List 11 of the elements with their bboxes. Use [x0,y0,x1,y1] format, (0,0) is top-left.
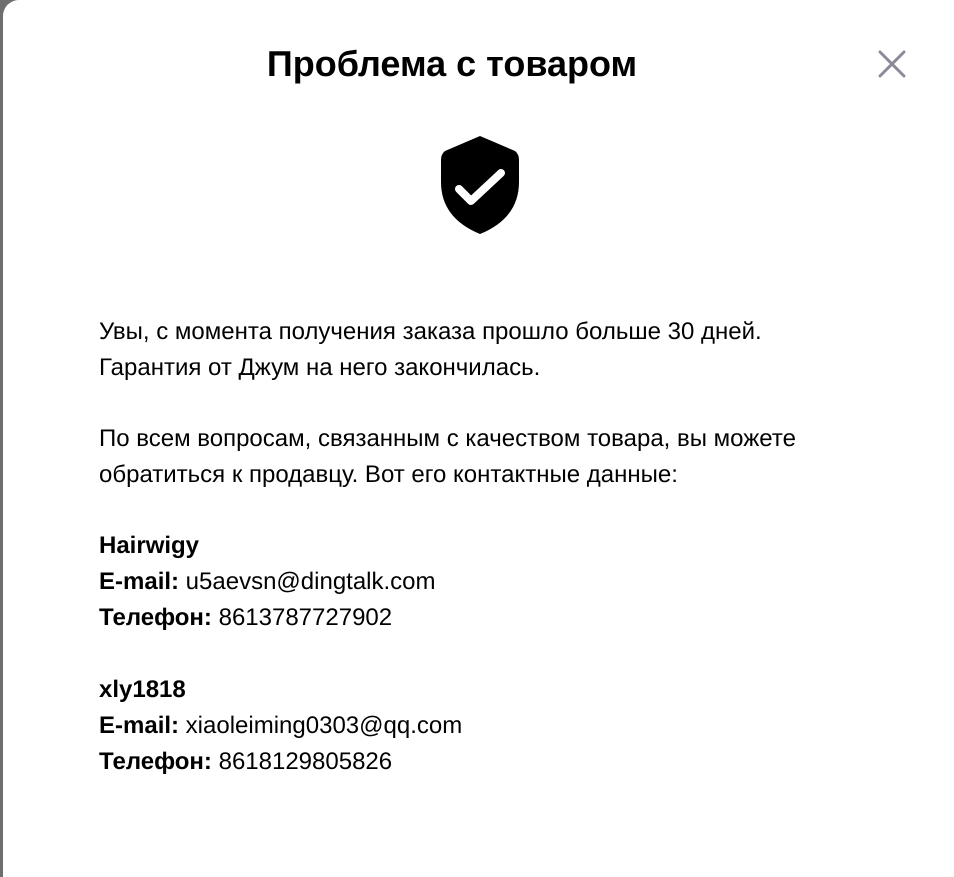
dialog-title: Проблема с товаром [266,42,638,86]
seller-name: xly1818 [99,675,187,705]
contact-line: Телефон: 8618129805826 [99,747,394,777]
contact-line: E-mail: xiaoleiming0303@qq.com [99,711,464,741]
contact-line: Телефон: 8613787727902 [99,603,394,633]
close-icon[interactable] [877,49,907,79]
contact-line: E-mail: u5aevsn@dingtalk.com [99,567,437,597]
message-text: По всем вопросам, связанным с качеством товара, вы можете обратиться к продавцу. Вот его контактные данные: [99,424,797,490]
seller-name: Hairwigy [99,531,200,561]
message-text: Увы, с момента получения заказа прошло больше 30 дней. Гарантия от Джум на него закончилась. [99,317,763,383]
shield-check-icon [439,136,521,234]
